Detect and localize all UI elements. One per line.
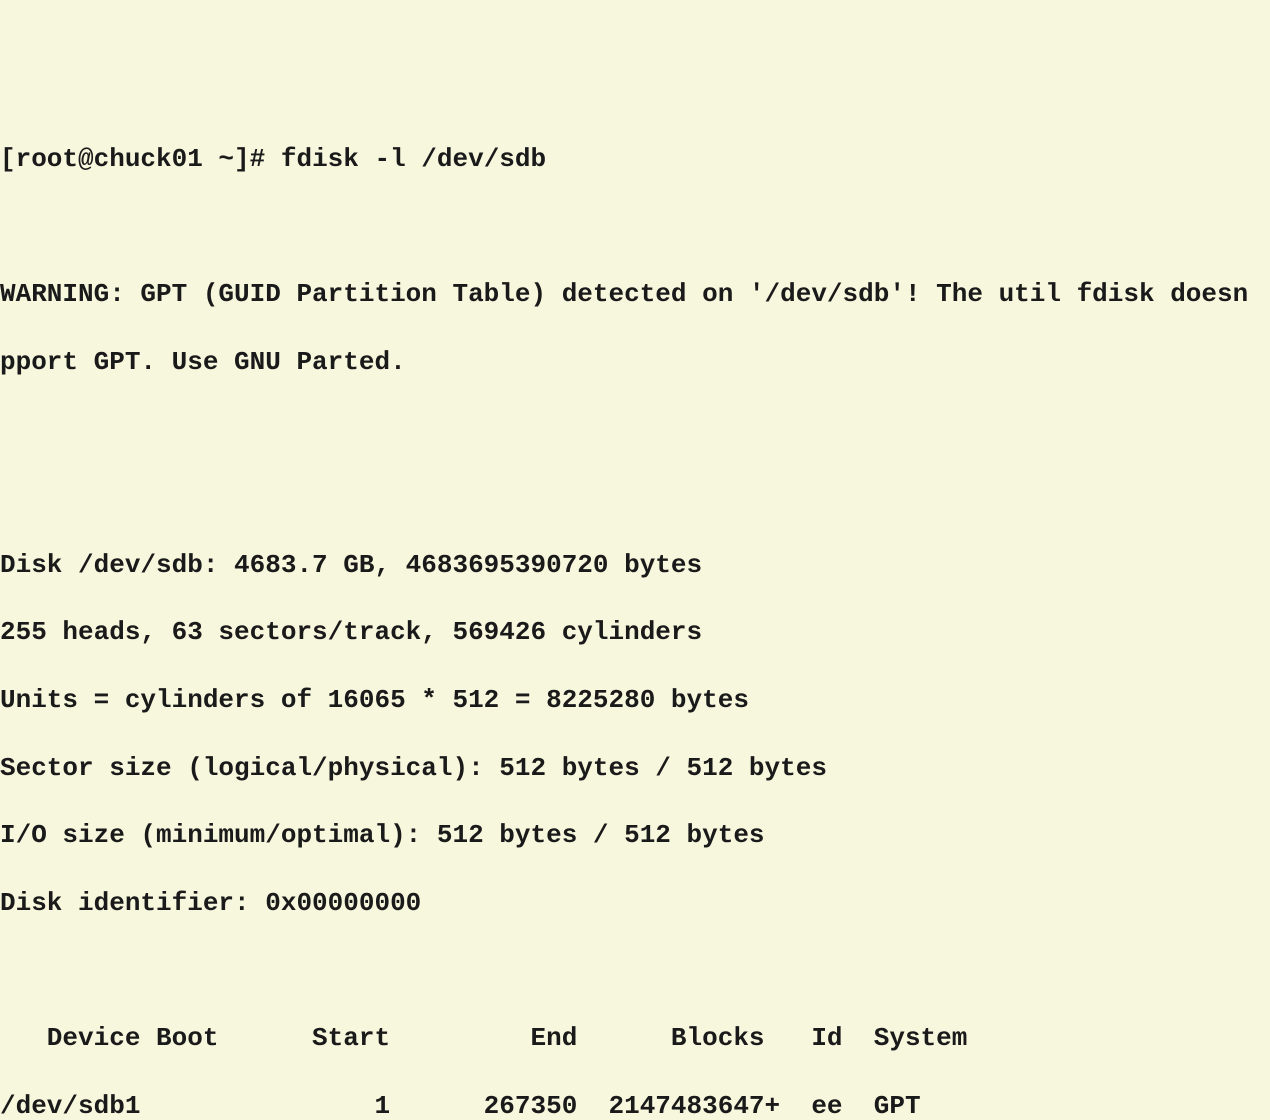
prompt-text: [root@chuck01 ~]# bbox=[0, 144, 281, 174]
warning-line-2: pport GPT. Use GNU Parted. bbox=[0, 346, 1270, 380]
warning-line-1: WARNING: GPT (GUID Partition Table) dete… bbox=[0, 278, 1270, 312]
command-text: fdisk -l /dev/sdb bbox=[281, 144, 546, 174]
partition-row-1: /dev/sdb1 1 267350 2147483647+ ee GPT bbox=[0, 1090, 1270, 1120]
blank-line bbox=[0, 954, 1270, 988]
disk-info-line-5: I/O size (minimum/optimal): 512 bytes / … bbox=[0, 819, 1270, 853]
blank-line bbox=[0, 481, 1270, 515]
disk-info-line-3: Units = cylinders of 16065 * 512 = 82252… bbox=[0, 684, 1270, 718]
disk-info-line-4: Sector size (logical/physical): 512 byte… bbox=[0, 752, 1270, 786]
command-line-1: [root@chuck01 ~]# fdisk -l /dev/sdb bbox=[0, 143, 1270, 177]
disk-info-line-1: Disk /dev/sdb: 4683.7 GB, 4683695390720 … bbox=[0, 549, 1270, 583]
blank-line bbox=[0, 414, 1270, 448]
partition-header: Device Boot Start End Blocks Id System bbox=[0, 1022, 1270, 1056]
disk-info-line-2: 255 heads, 63 sectors/track, 569426 cyli… bbox=[0, 616, 1270, 650]
disk-info-line-6: Disk identifier: 0x00000000 bbox=[0, 887, 1270, 921]
blank-line bbox=[0, 211, 1270, 245]
